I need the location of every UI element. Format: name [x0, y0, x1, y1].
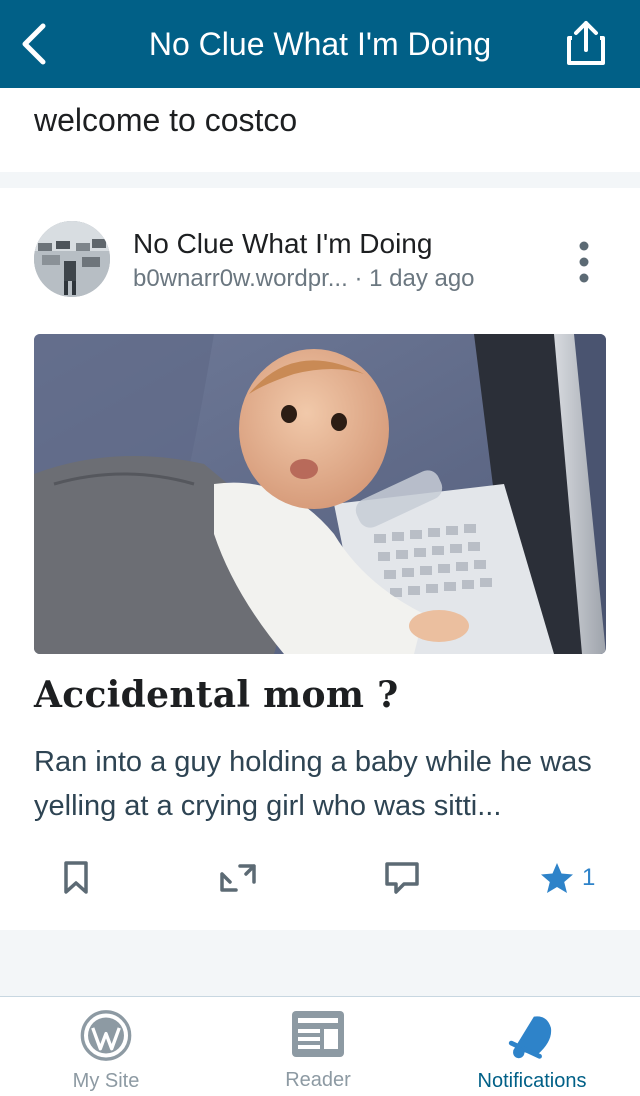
post-card[interactable]: No Clue What I'm Doing b0wnarr0w.wordpr.… [0, 188, 640, 930]
like-button[interactable]: 1 [540, 858, 595, 898]
site-name[interactable]: No Clue What I'm Doing [133, 228, 432, 260]
tab-label: Reader [285, 1069, 351, 1091]
tab-label: Notifications [477, 1070, 587, 1092]
star-icon [541, 863, 573, 893]
back-button[interactable] [14, 22, 54, 66]
site-avatar[interactable] [34, 221, 110, 297]
more-vertical-icon [579, 241, 589, 283]
tab-notifications[interactable]: Notifications [432, 1009, 632, 1093]
featured-image[interactable] [34, 334, 606, 654]
nav-bar: No Clue What I'm Doing [0, 0, 640, 88]
comment-excerpt-card[interactable]: welcome to costco [0, 88, 640, 172]
share-button[interactable] [566, 20, 606, 66]
like-count: 1 [582, 864, 596, 891]
chevron-left-icon [22, 23, 46, 65]
reader-icon [292, 1011, 344, 1057]
post-meta: b0wnarr0w.wordpr... · 1 day ago [133, 265, 475, 293]
reblog-icon [220, 864, 256, 892]
meta-separator: · [347, 265, 370, 292]
tab-my-site[interactable]: My Site [6, 1009, 206, 1093]
bell-icon [508, 1016, 552, 1059]
site-url: b0wnarr0w.wordpr... [133, 265, 348, 292]
post-excerpt[interactable]: Ran into a guy holding a baby while he w… [34, 740, 614, 828]
share-icon [567, 21, 605, 65]
bookmark-icon [64, 861, 88, 894]
page-title: No Clue What I'm Doing [148, 25, 492, 62]
reblog-button[interactable] [218, 858, 258, 898]
more-button[interactable] [572, 240, 596, 284]
tab-label: My Site [72, 1070, 140, 1092]
tab-reader[interactable]: Reader [218, 1009, 418, 1093]
post-time: 1 day ago [369, 265, 475, 292]
wordpress-icon [80, 1010, 132, 1061]
tab-bar: My Site Reader Notifications [0, 996, 640, 1096]
save-button[interactable] [62, 858, 90, 898]
post-actions: 1 [0, 850, 640, 906]
comment-icon [385, 862, 419, 894]
post-title[interactable]: Accidental mom ? [34, 674, 398, 716]
comment-button[interactable] [384, 858, 420, 898]
comment-excerpt-text: welcome to costco [34, 102, 298, 138]
